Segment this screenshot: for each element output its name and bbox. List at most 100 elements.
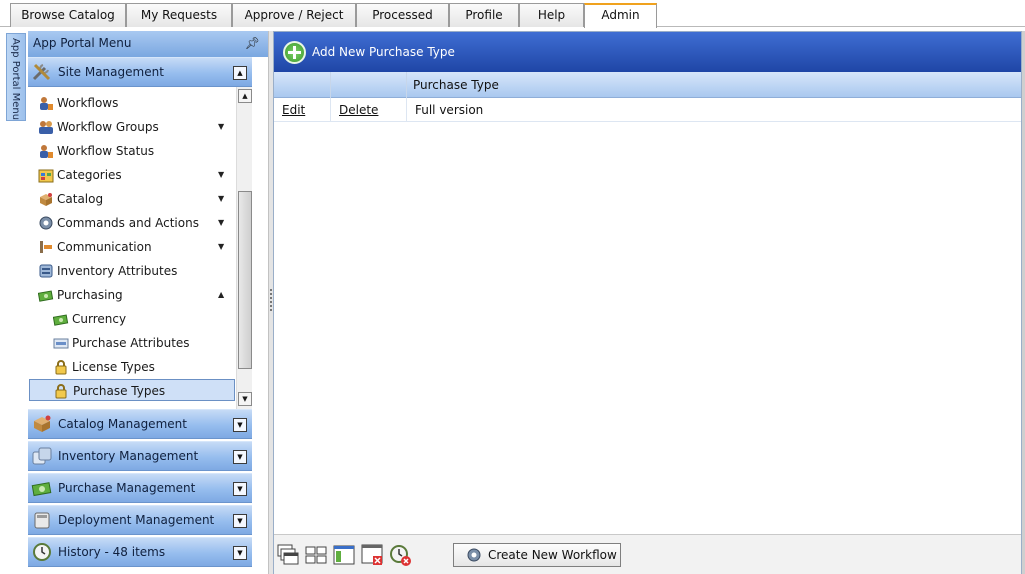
workflow-icon [40, 97, 53, 110]
tab-processed[interactable]: Processed [356, 3, 449, 27]
section-site-management[interactable]: Site Management ▲ [28, 57, 252, 87]
menu-item-inventory-attributes[interactable]: Inventory Attributes [38, 260, 234, 282]
main-toolbar: Add New Purchase Type [274, 32, 1021, 72]
dropdown-arrow-icon[interactable]: ▼ [218, 212, 224, 234]
tab-my-requests[interactable]: My Requests [126, 3, 232, 27]
expand-icon[interactable]: ▼ [233, 546, 247, 560]
section-label: Site Management [58, 65, 164, 79]
section-catalog-management[interactable]: Catalog Management ▼ [28, 409, 252, 439]
dropdown-arrow-icon[interactable]: ▼ [218, 236, 224, 258]
menu-item-purchasing[interactable]: Purchasing ▲ [38, 284, 234, 306]
tab-browse-catalog[interactable]: Browse Catalog [10, 3, 126, 27]
menu-item-catalog[interactable]: Catalog ▼ [38, 188, 234, 210]
menu-item-label: Currency [72, 312, 127, 326]
vertical-tab-label: App Portal Menu [10, 38, 21, 121]
history-icon [33, 543, 51, 561]
menu-item-label: Inventory Attributes [57, 264, 178, 278]
tab-approve-reject[interactable]: Approve / Reject [232, 3, 356, 27]
gear-icon [39, 216, 53, 230]
menu-item-license-types[interactable]: License Types [53, 356, 233, 378]
collapse-arrow-icon[interactable]: ▲ [218, 284, 224, 306]
table-row: Edit Delete Full version [274, 98, 1021, 122]
inventory-management-icon [32, 447, 52, 465]
menu-item-currency[interactable]: Currency [53, 308, 233, 330]
tab-help[interactable]: Help [519, 3, 584, 27]
menu-item-label: License Types [72, 360, 155, 374]
edit-cell: Edit [274, 98, 330, 122]
menu-item-label: Commands and Actions [57, 216, 199, 230]
menu-item-label: Workflow Status [57, 144, 155, 158]
expand-icon[interactable]: ▼ [233, 514, 247, 528]
delete-link[interactable]: Delete [339, 103, 378, 117]
window-icon[interactable] [332, 543, 356, 567]
app-portal-menu-panel: App Portal Menu 📌︎ Site Management ▲ Wor… [28, 31, 268, 574]
edit-link[interactable]: Edit [282, 103, 305, 117]
menu-item-purchase-types[interactable]: Purchase Types [29, 379, 235, 401]
cancel-workflow-icon[interactable] [388, 543, 412, 567]
splitter-grip-icon[interactable] [270, 289, 272, 311]
menu-item-label: Purchase Types [73, 384, 166, 398]
scroll-up-button[interactable]: ▲ [238, 89, 252, 103]
section-purchase-management[interactable]: Purchase Management ▼ [28, 473, 252, 503]
main-footer-toolbar: Create New Workflow [274, 534, 1021, 574]
grid-header-delete [330, 72, 406, 98]
section-inventory-management[interactable]: Inventory Management ▼ [28, 441, 252, 471]
cascade-windows-icon[interactable] [276, 543, 300, 567]
section-label: Inventory Management [58, 449, 199, 463]
grid-header-edit [274, 72, 330, 98]
expand-icon[interactable]: ▼ [233, 418, 247, 432]
section-deployment-management[interactable]: Deployment Management ▼ [28, 505, 252, 535]
deployment-management-icon [34, 512, 50, 529]
delete-cell: Delete [330, 98, 406, 122]
scroll-down-button[interactable]: ▼ [238, 392, 252, 406]
catalog-icon [40, 193, 52, 206]
top-tab-bar: Browse Catalog My Requests Approve / Rej… [0, 0, 1025, 28]
categories-icon [38, 169, 54, 183]
menu-item-label: Catalog [57, 192, 104, 206]
purchase-attributes-icon [53, 338, 69, 349]
purchase-type-cell: Full version [406, 98, 1021, 122]
section-history[interactable]: History - 48 items ▼ [28, 537, 252, 567]
collapse-icon[interactable]: ▲ [233, 66, 247, 80]
tab-admin[interactable]: Admin [584, 3, 657, 28]
section-label: Purchase Management [58, 481, 196, 495]
menu-item-communication[interactable]: Communication ▼ [38, 236, 234, 258]
create-new-workflow-button[interactable]: Create New Workflow [453, 543, 621, 567]
menu-item-commands-and-actions[interactable]: Commands and Actions ▼ [38, 212, 234, 234]
app-portal-menu-vertical-tab[interactable]: App Portal Menu [6, 33, 26, 121]
dropdown-arrow-icon[interactable]: ▼ [218, 116, 224, 138]
money-icon [53, 314, 69, 326]
tree-scrollbar[interactable]: ▲ ▼ [236, 87, 252, 409]
money-icon [38, 290, 54, 302]
expand-icon[interactable]: ▼ [233, 450, 247, 464]
menu-item-workflow-groups[interactable]: Workflow Groups ▼ [38, 116, 234, 138]
menu-item-categories[interactable]: Categories ▼ [38, 164, 234, 186]
menu-item-label: Purchase Attributes [72, 336, 190, 350]
tab-profile[interactable]: Profile [449, 3, 519, 27]
add-button-label: Add New Purchase Type [312, 45, 455, 59]
section-label: Catalog Management [58, 417, 187, 431]
communication-icon [40, 241, 52, 253]
expand-icon[interactable]: ▼ [233, 482, 247, 496]
scroll-thumb[interactable] [238, 191, 252, 369]
dropdown-arrow-icon[interactable]: ▼ [218, 164, 224, 186]
create-workflow-label: Create New Workflow [488, 548, 617, 562]
menu-item-workflow-status[interactable]: Workflow Status [38, 140, 234, 162]
menu-item-workflows[interactable]: Workflows [38, 92, 234, 114]
close-window-icon[interactable] [360, 543, 384, 567]
tile-windows-icon[interactable] [304, 543, 328, 567]
add-icon [283, 41, 306, 64]
grid-header-purchase-type[interactable]: Purchase Type [406, 72, 1021, 98]
inventory-attributes-icon [39, 264, 53, 278]
dropdown-arrow-icon[interactable]: ▼ [218, 188, 224, 210]
workflow-status-icon [40, 145, 53, 158]
panel-title: App Portal Menu [33, 36, 132, 50]
main-content-panel: Add New Purchase Type Purchase Type Edit… [273, 31, 1022, 574]
workflow-groups-icon [39, 121, 53, 134]
tools-icon [32, 63, 51, 81]
menu-item-purchase-attributes[interactable]: Purchase Attributes [53, 332, 233, 354]
menu-item-label: Purchasing [57, 288, 123, 302]
section-label: History - 48 items [58, 545, 166, 559]
pin-icon[interactable]: 📌︎ [245, 31, 260, 55]
menu-item-label: Workflows [57, 96, 119, 110]
